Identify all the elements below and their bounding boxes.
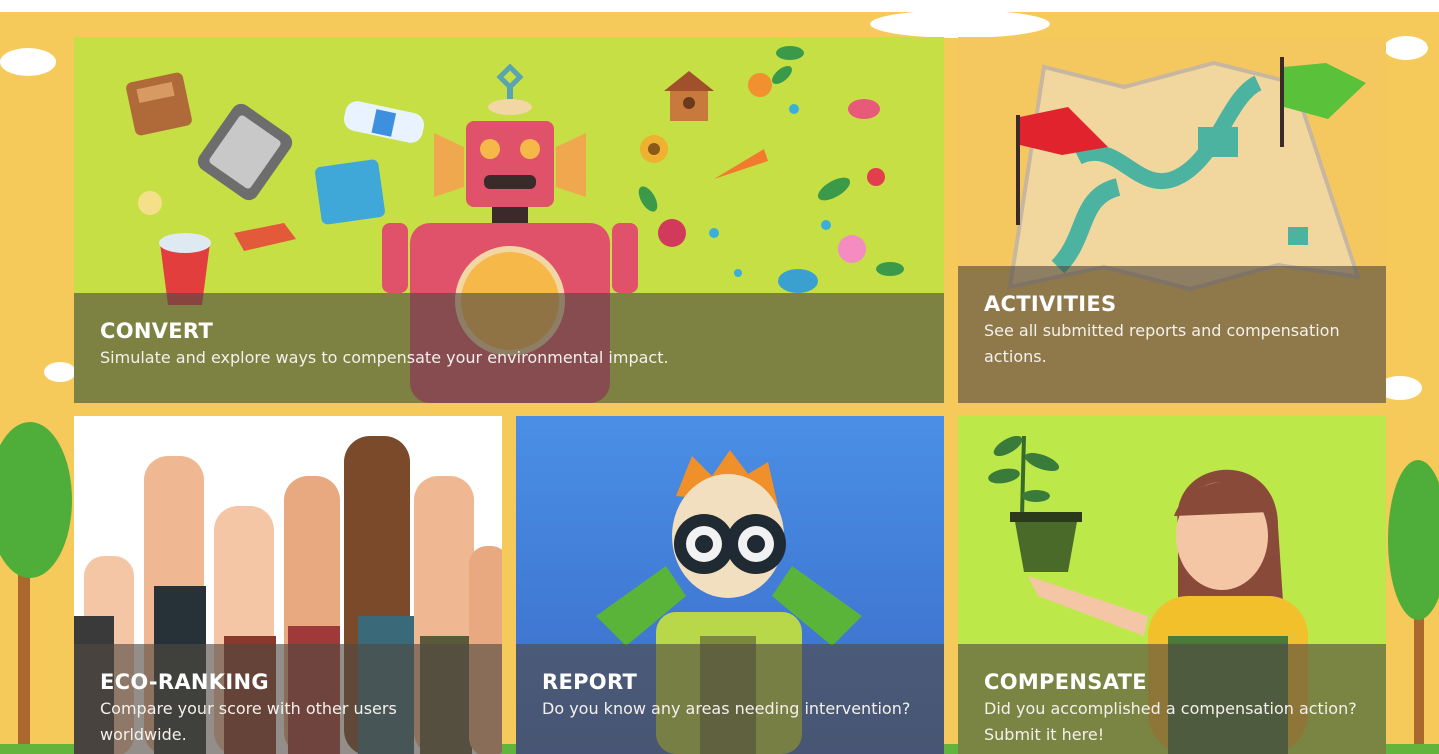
compensate-title: COMPENSATE [984,670,1147,694]
convert-caption: CONVERT Simulate and explore ways to com… [74,293,944,403]
beet-icon [658,219,686,247]
activities-tile[interactable]: ACTIVITIES See all submitted reports and… [958,37,1386,403]
compensate-caption: COMPENSATE Did you accomplished a compen… [958,644,1386,754]
activities-caption: ACTIVITIES See all submitted reports and… [958,266,1386,403]
eco-ranking-tile[interactable]: ECO-RANKING Compare your score with othe… [74,416,502,754]
report-tile[interactable]: REPORT Do you know any areas needing int… [516,416,944,754]
report-description: Do you know any areas needing interventi… [542,699,911,718]
report-caption: REPORT Do you know any areas needing int… [516,644,944,754]
compensate-description: Did you accomplished a compensation acti… [984,699,1357,744]
convert-description: Simulate and explore ways to compensate … [100,348,669,367]
compensate-tile[interactable]: COMPENSATE Did you accomplished a compen… [958,416,1386,754]
eco-ranking-description: Compare your score with other users worl… [100,699,397,744]
eco-ranking-caption: ECO-RANKING Compare your score with othe… [74,644,502,754]
convert-title: CONVERT [100,319,214,343]
shorts-icon [315,159,385,225]
eco-ranking-title: ECO-RANKING [100,670,269,694]
activities-title: ACTIVITIES [984,292,1117,316]
bulb-icon [138,191,162,215]
activities-description: See all submitted reports and compensati… [984,321,1340,366]
convert-tile[interactable]: CONVERT Simulate and explore ways to com… [74,37,944,403]
report-title: REPORT [542,670,638,694]
